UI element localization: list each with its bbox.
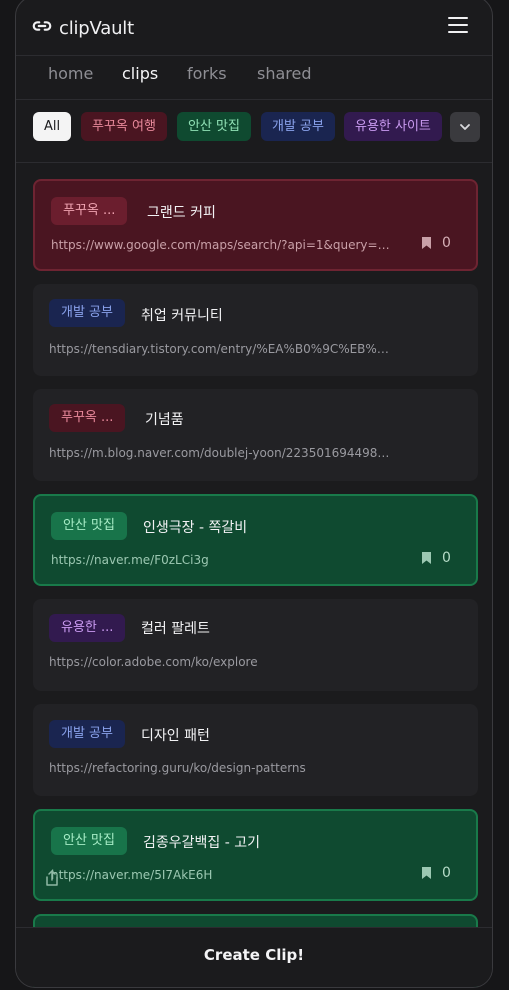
save-button[interactable]: 0 [421,550,451,566]
clip-title: 기념품 [145,412,184,428]
chevron-down-icon[interactable] [450,112,480,142]
clip-url[interactable]: https://tensdiary.tistory.com/entry/%EA%… [49,342,394,356]
filter-chip-useful-sites[interactable]: 유용한 사이트 [344,112,442,141]
link-icon [31,15,53,41]
clip-tag: 개발 공부 [49,299,125,327]
clip-tag: 유용한 ... [49,614,126,642]
tab-home[interactable]: home [48,64,93,83]
clip-title: 디자인 패턴 [141,728,210,744]
clip-url[interactable]: https://naver.me/F0zLCi3g [51,553,209,567]
clip-title: 김종우갈백집 - 고기 [143,835,260,851]
save-count: 0 [442,235,451,251]
clip-title: 그랜드 커피 [147,205,216,221]
footer-bar: Create Clip! [16,927,492,987]
filter-chip-phu-quoc[interactable]: 푸꾸옥 여행 [81,112,167,141]
clip-url[interactable]: https://refactoring.guru/ko/design-patte… [49,761,306,775]
create-clip-button[interactable]: Create Clip! [204,946,304,964]
clip-url[interactable]: https://color.adobe.com/ko/explore [49,655,258,669]
save-count: 0 [442,865,451,881]
clip-url[interactable]: https://naver.me/5I7AkE6H [51,868,212,882]
clip-title: 컬러 팔레트 [141,621,210,637]
bookmark-icon [422,867,431,879]
app-header: clipVault [16,0,492,56]
clip-card[interactable]: 푸꾸옥 ... 그랜드 커피 https://www.google.com/ma… [33,179,478,271]
clip-url[interactable]: https://m.blog.naver.com/doublej-yoon/22… [49,446,394,460]
save-count: 0 [442,550,451,566]
clip-tag: 개발 공부 [49,720,125,748]
bookmark-icon [422,237,431,249]
clip-tag: 안산 맛집 [51,512,127,540]
clip-title: 인생극장 - 쪽갈비 [143,520,248,536]
filter-chip-dev-study[interactable]: 개발 공부 [261,112,335,141]
clip-url[interactable]: https://www.google.com/maps/search/?api=… [51,238,396,252]
category-filter-bar: All 푸꾸옥 여행 안산 맛집 개발 공부 유용한 사이트 [16,100,492,163]
clip-title: 취업 커뮤니티 [141,308,223,324]
tab-shared[interactable]: shared [257,64,312,83]
app-logo[interactable]: clipVault [31,15,134,41]
clip-card[interactable]: 푸꾸옥 ... 기념품 https://m.blog.naver.com/dou… [33,389,478,481]
clip-card[interactable]: 안산 맛집 인생극장 - 쪽갈비 https://naver.me/F0zLCi… [33,494,478,586]
clip-card[interactable]: 안산 맛집 김종우갈백집 - 고기 https://naver.me/5I7Ak… [33,809,478,901]
save-button[interactable]: 0 [421,235,451,251]
clip-card[interactable]: 개발 공부 취업 커뮤니티 https://tensdiary.tistory.… [33,284,478,376]
clip-card[interactable]: 개발 공부 디자인 패턴 https://refactoring.guru/ko… [33,704,478,796]
filter-chip-ansan[interactable]: 안산 맛집 [177,112,251,141]
clip-tag: 안산 맛집 [51,827,127,855]
clip-tag: 푸꾸옥 ... [49,404,126,432]
clip-card[interactable]: 유용한 ... 컬러 팔레트 https://color.adobe.com/k… [33,599,478,691]
app-frame: clipVault home clips forks shared All 푸꾸… [15,0,493,988]
tab-forks[interactable]: forks [187,64,227,83]
main-nav: home clips forks shared [16,56,492,100]
clip-tag: 푸꾸옥 ... [51,197,128,225]
app-title: clipVault [59,17,134,39]
tab-clips[interactable]: clips [122,64,158,83]
bookmark-icon [422,552,431,564]
save-button[interactable]: 0 [421,865,451,881]
share-icon[interactable] [44,869,60,887]
hamburger-menu-icon[interactable] [448,17,468,33]
filter-chip-all[interactable]: All [33,112,72,141]
